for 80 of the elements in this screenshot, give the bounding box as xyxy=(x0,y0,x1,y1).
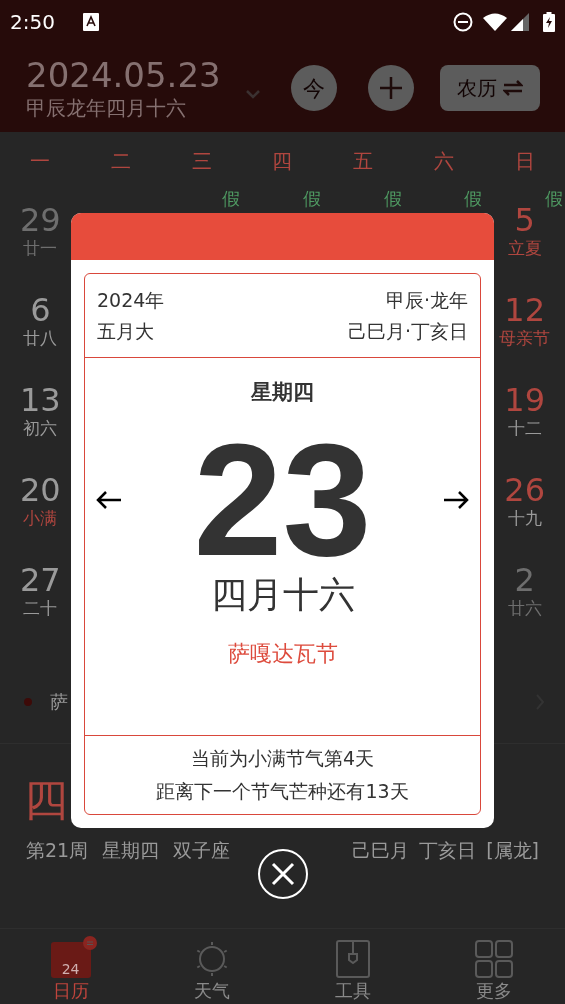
date-info: [属龙] xyxy=(486,838,539,863)
holiday-mark: 假 xyxy=(464,190,483,208)
dialog-lunar-date: 四月十六 xyxy=(210,577,355,613)
lunar-date: 廿一 xyxy=(23,240,58,257)
day-number: 27 xyxy=(20,564,61,596)
close-icon xyxy=(271,862,295,886)
holiday-mark: 假 xyxy=(545,190,563,208)
weekday-label: 六 xyxy=(432,148,455,175)
lunar-day-large: 四 xyxy=(24,774,68,825)
dialog-year: 2024年 xyxy=(97,290,165,310)
day-number: 6 xyxy=(30,294,51,326)
calendar-icon-date: 24 xyxy=(61,962,80,976)
header-lunar-date: 甲辰龙年四月十六 xyxy=(26,95,187,121)
date-info: 己巳月 xyxy=(352,838,410,863)
lunar-toggle-button[interactable]: 农历 xyxy=(440,65,540,111)
nav-tab[interactable]: 工具 xyxy=(282,929,424,1004)
dialog-ganzhi-year: 甲辰·龙年 xyxy=(385,290,468,310)
arrow-right-icon[interactable] xyxy=(442,490,470,510)
nav-tab-label: 更多 xyxy=(476,982,513,1000)
arrow-left-icon[interactable] xyxy=(95,490,123,510)
date-info: 第21周 xyxy=(26,838,89,863)
holiday-mark: 假 xyxy=(222,190,241,208)
status-time: 2:50 xyxy=(10,9,55,36)
grid-icon xyxy=(475,940,514,978)
solar-term-note: 当前为小满节气第4天 xyxy=(190,749,375,768)
lunar-date: 母亲节 xyxy=(499,330,551,347)
battery-icon xyxy=(543,12,555,32)
weekday-label: 三 xyxy=(190,148,213,175)
day-number: 5 xyxy=(514,204,535,236)
nav-tab[interactable]: 更多 xyxy=(423,929,565,1004)
lunar-date: 小满 xyxy=(23,510,58,527)
event-title[interactable]: 萨 xyxy=(50,688,68,715)
wifi-icon xyxy=(483,13,507,31)
dialog-month: 五月大 xyxy=(97,321,154,341)
nav-tab-label: 工具 xyxy=(335,982,372,1000)
lunar-date: 立夏 xyxy=(507,240,542,257)
lunar-date: 廿六 xyxy=(507,600,542,617)
dialog-festival: 萨嘎达瓦节 xyxy=(227,643,338,665)
dialog-day: 23 xyxy=(193,425,372,575)
nav-tab[interactable]: 24 日历 xyxy=(0,929,142,1004)
day-number: 2 xyxy=(514,564,535,596)
day-number: 13 xyxy=(20,384,61,416)
date-info: 丁亥日 xyxy=(419,838,477,863)
day-number: 26 xyxy=(504,474,545,506)
weekday-label: 二 xyxy=(110,148,133,175)
weekday-label: 五 xyxy=(352,148,375,175)
close-button[interactable] xyxy=(258,849,308,899)
day-number: 12 xyxy=(504,294,545,326)
keyboard-icon xyxy=(82,13,99,31)
today-button[interactable]: 今 xyxy=(291,65,337,111)
toolbox-icon xyxy=(336,940,371,978)
signal-icon xyxy=(511,13,529,31)
lunar-date: 十二 xyxy=(507,420,542,437)
lunar-date: 二十 xyxy=(23,600,58,617)
dialog-weekday: 星期四 xyxy=(251,382,314,403)
nav-tab[interactable]: 天气 xyxy=(141,929,283,1004)
holiday-mark: 假 xyxy=(383,190,402,208)
swap-icon xyxy=(503,80,523,96)
holiday-mark: 假 xyxy=(302,190,321,208)
add-button[interactable] xyxy=(368,65,414,111)
nav-tab-label: 日历 xyxy=(52,982,89,1000)
date-info: 双子座 xyxy=(173,838,231,863)
day-number: 29 xyxy=(20,204,61,236)
dialog-ganzhi: 己巳月·丁亥日 xyxy=(347,321,468,341)
weekday-label: 一 xyxy=(29,148,52,175)
lunar-date: 廿八 xyxy=(23,330,58,347)
lunar-date: 十九 xyxy=(507,510,542,527)
day-number: 19 xyxy=(504,384,545,416)
nav-tab-label: 天气 xyxy=(193,982,230,1000)
event-dot-icon xyxy=(24,697,32,706)
solar-term-note: 距离下一个节气芒种还有13天 xyxy=(156,782,409,801)
day-number: 20 xyxy=(20,474,61,506)
header-date[interactable]: 2024.05.23 xyxy=(26,55,221,95)
lunar-date: 初六 xyxy=(23,420,58,437)
plus-icon xyxy=(379,76,403,100)
do-not-disturb-icon xyxy=(453,12,473,32)
weekday-label: 四 xyxy=(271,148,294,175)
weekday-label: 日 xyxy=(513,148,536,175)
date-info: 星期四 xyxy=(102,838,160,863)
badge-icon xyxy=(82,936,97,950)
